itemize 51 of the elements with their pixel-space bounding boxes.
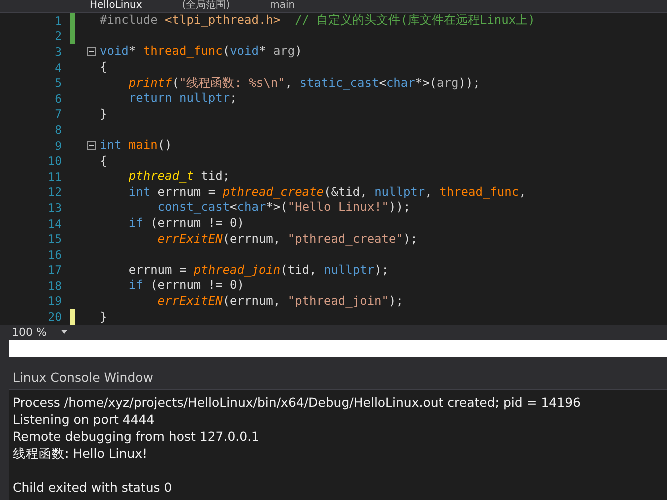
code-line: return nullptr; [128,91,238,106]
collapse-icon[interactable] [86,141,96,150]
navigation-dropdown[interactable]: main [270,0,296,12]
code-line: errExitEN(errnum, "pthread_create"); [156,232,418,247]
code-line: } [100,106,108,122]
line-number: 9 [54,138,62,153]
panel-title: Linux Console Window [9,367,667,390]
code-line: { [100,60,108,76]
line-number: 20 [47,310,62,324]
line-number: 16 [47,248,62,262]
code-line: const_cast<char*>("Hello Linux!")); [156,200,411,216]
console-line: Process /home/xyz/projects/HelloLinux/bin/x64/Debug/HelloLinux.out created; pid = 14196 [13,395,581,410]
line-number: 8 [54,122,62,137]
line-number: 13 [47,200,62,215]
zoom-dropdown[interactable]: 100 % [12,326,68,339]
line-number: 2 [54,29,62,44]
code-line: #include <tlpi_pthread.h> // 自定义的头文件(库文件在远程Linux上) [100,13,536,28]
code-line: errExitEN(errnum, "pthread_join"); [156,294,404,309]
navigation-dropdown[interactable]: HelloLinux [90,0,142,12]
code-line: printf("线程函数: %s\n", static_cast<char*>(arg)); [128,76,480,91]
navigation-dropdown[interactable]: (全局范围) [182,0,230,12]
input-field[interactable] [9,340,667,357]
code-line: { [100,154,108,169]
caret-icon [60,330,68,334]
line-number: 11 [47,170,62,184]
line-number: 12 [47,185,62,200]
line-number: 14 [47,216,62,231]
code-line: int main() [100,138,172,154]
line-number: 3 [54,44,62,59]
code-line: errnum = pthread_join(tid, nullptr); [128,262,390,278]
line-number: 18 [47,278,62,293]
line-number: 10 [47,154,62,168]
line-number: 4 [54,60,62,75]
collapse-icon[interactable] [86,47,96,56]
line-number: 7 [54,107,62,122]
line-number: 1 [54,14,62,28]
console-line: Child exited with status 0 [13,480,172,495]
console-line: Remote debugging from host 127.0.0.1 [13,429,260,444]
line-number: 15 [47,232,62,246]
line-number: 17 [47,263,62,278]
code-line: int errnum = pthread_create(&tid, nullptr, thread_func, [128,184,526,200]
console-line: 线程函数: Hello Linux! [13,446,148,461]
line-number: 6 [54,92,62,106]
code-line: if (errnum != 0) [128,216,245,232]
code-line: pthread_t tid; [128,169,230,184]
line-number: 19 [47,294,62,308]
code-line: if (errnum != 0) [128,278,245,294]
line-number: 5 [54,76,62,90]
code-line: } [100,310,108,325]
code-line: void* thread_func(void* arg) [100,44,302,60]
console-line: Listening on port 4444 [13,412,155,427]
